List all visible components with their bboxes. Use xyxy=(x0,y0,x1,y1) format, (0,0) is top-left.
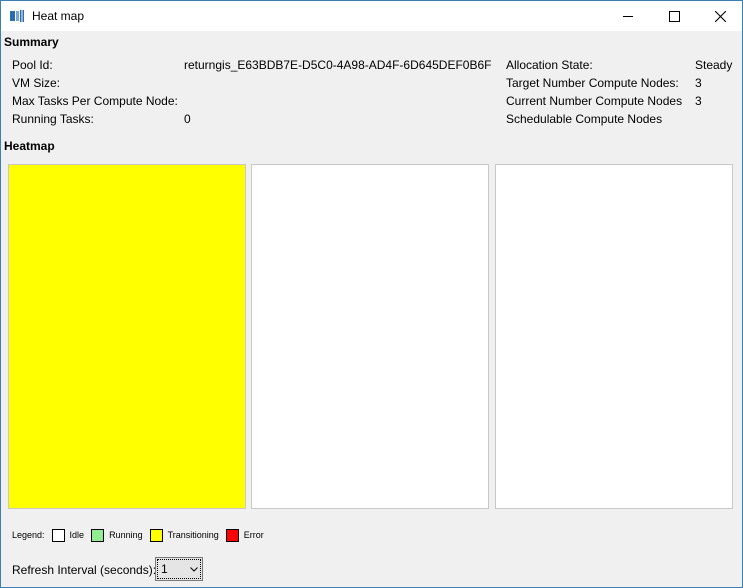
heat-map-window: Heat map Summary Pool Id: returngis_E63B… xyxy=(0,0,743,588)
compute-node-tile[interactable] xyxy=(495,164,733,509)
legend-label-running: Running xyxy=(109,530,143,540)
legend-title: Legend: xyxy=(12,530,45,540)
current-nodes-value: 3 xyxy=(695,94,702,108)
current-nodes-label: Current Number Compute Nodes xyxy=(506,94,683,108)
chevron-down-icon xyxy=(190,567,198,572)
title-bar[interactable]: Heat map xyxy=(1,1,742,31)
minimize-button[interactable] xyxy=(605,1,651,31)
legend-label-error: Error xyxy=(243,530,264,540)
legend-swatch-transitioning xyxy=(149,528,163,542)
max-tasks-label: Max Tasks Per Compute Node: xyxy=(12,94,178,108)
schedulable-nodes-label: Schedulable Compute Nodes xyxy=(506,112,663,126)
close-button[interactable] xyxy=(697,1,743,31)
target-nodes-label: Target Number Compute Nodes: xyxy=(506,76,679,90)
maximize-icon xyxy=(668,10,680,22)
legend-label-idle: Idle xyxy=(69,530,85,540)
heatmap-header: Heatmap xyxy=(4,139,55,153)
legend-label-transitioning: Transitioning xyxy=(167,530,219,540)
refresh-interval-label: Refresh Interval (seconds): xyxy=(12,563,157,577)
legend-swatch-error xyxy=(225,528,239,542)
refresh-interval-select[interactable]: 1 xyxy=(155,557,203,581)
maximize-button[interactable] xyxy=(651,1,697,31)
compute-node-tile[interactable] xyxy=(251,164,489,509)
pool-id-label: Pool Id: xyxy=(12,58,53,72)
running-tasks-label: Running Tasks: xyxy=(12,112,94,126)
pool-id-value: returngis_E63BDB7E-D5C0-4A98-AD4F-6D645D… xyxy=(184,58,492,72)
minimize-icon xyxy=(623,16,633,17)
legend-swatch-running xyxy=(91,528,105,542)
allocation-state-label: Allocation State: xyxy=(506,58,593,72)
window-title: Heat map xyxy=(32,9,85,23)
running-tasks-value: 0 xyxy=(184,112,191,126)
allocation-state-value: Steady xyxy=(695,58,733,72)
refresh-interval-value: 1 xyxy=(161,562,168,576)
heatmap-app-icon xyxy=(10,10,24,22)
summary-header: Summary xyxy=(4,35,59,49)
legend: Legend: Idle Running Transitioning Error xyxy=(12,527,267,543)
vm-size-label: VM Size: xyxy=(12,76,61,90)
compute-node-tile[interactable] xyxy=(8,164,246,509)
legend-swatch-idle xyxy=(51,528,65,542)
close-icon xyxy=(714,10,726,22)
target-nodes-value: 3 xyxy=(695,76,702,90)
